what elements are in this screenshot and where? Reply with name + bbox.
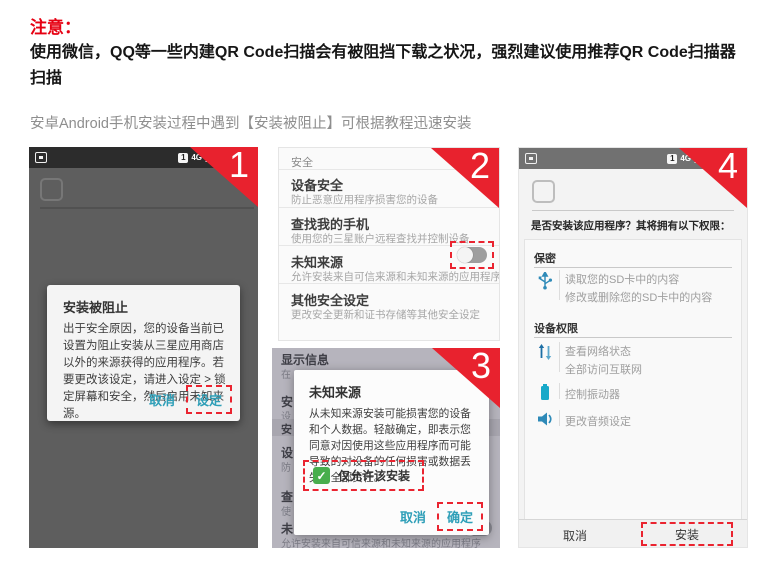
cancel-button[interactable]: 取消 [394, 504, 432, 529]
highlight-box [450, 241, 494, 269]
phone-screenshot-2: 安全 设备安全 防止恶意应用程序损害您的设备 查找我的手机 使用您的三星账户远程… [278, 147, 500, 341]
step-badge: 2 [431, 148, 499, 208]
permission-text: 控制振动器 [565, 386, 620, 402]
divider [40, 207, 254, 209]
cancel-button[interactable]: 取消 [143, 387, 181, 412]
dialog-title: 未知来源 [309, 382, 361, 401]
toggle-knob [457, 247, 473, 263]
step-number: 1 [229, 147, 249, 186]
phone-screenshot-3: 显示信息 在 安 设 安 设 防 查 使 未 允许安装来自可信来源和未知来源的应… [272, 348, 500, 548]
highlight-box: ✓ 仅允许该安装 [303, 460, 424, 491]
vibrate-battery-icon [536, 383, 554, 401]
notice-label: 注意： [30, 13, 81, 38]
checkbox-checked-icon[interactable]: ✓ [313, 467, 330, 484]
install-question-title: 是否安装该应用程序？其将拥有以下权限： [531, 218, 739, 233]
network-arrows-icon [536, 343, 554, 361]
divider [559, 342, 560, 372]
dialog-title: 安装被阻止 [63, 297, 128, 316]
bg-list-subtitle: 允许安装来自可信来源和未知来源的应用程序 [281, 535, 481, 548]
usb-icon [536, 272, 554, 290]
cancel-button[interactable]: 取消 [519, 527, 631, 544]
bg-list-subtitle: 防 [281, 459, 291, 474]
screenshot-icon [525, 153, 537, 164]
permission-text: 修改或删除您的SD卡中的内容 [565, 289, 712, 305]
permission-text: 全部访问互联网 [565, 361, 642, 377]
tutorial-subtitle: 安卓Android手机安装过程中遇到【安装被阻止】可根据教程迅速安装 [30, 112, 471, 133]
install-blocked-dialog: 安装被阻止 出于安全原因，您的设备当前已设置为阻止安装从三星应用商店以外的来源获… [47, 285, 240, 421]
security-section-header: 安全 [291, 154, 313, 170]
bg-list-subtitle: 使 [281, 503, 291, 518]
app-icon-placeholder [532, 180, 555, 203]
app-icon-placeholder [40, 178, 63, 201]
divider [559, 383, 560, 399]
phone-screenshot-1: 1 4G 7 安装被阻止 出于安全原因，您的设备当前已设置为阻止安装从三星应用商… [29, 147, 258, 548]
divider [532, 210, 734, 211]
divider [279, 207, 499, 208]
notification-badge-icon: 1 [667, 154, 677, 164]
divider [559, 410, 560, 426]
step-number: 2 [470, 147, 490, 187]
permission-text: 读取您的SD卡中的内容 [565, 271, 679, 287]
bottom-button-bar: 取消 安装 [519, 519, 747, 547]
warning-text: 使用微信，QQ等一些内建QR Code扫描会有被阻挡下载之状况，强烈建议使用推荐… [30, 40, 744, 92]
permissions-list: 保密 读取您的SD卡中的内容 修改或删除您的SD卡中的内容 设备权限 [524, 239, 742, 520]
list-item-subtitle: 防止恶意应用程序损害您的设备 [291, 192, 438, 207]
highlight-box: 安装 [641, 522, 733, 546]
notification-badge-icon: 1 [178, 153, 188, 163]
list-item-subtitle: 使用您的三星账户远程查找并控制设备 [291, 231, 470, 246]
list-item-subtitle: 更改安全更新和证书存储等其他安全设定 [291, 307, 480, 322]
step-badge: 4 [679, 148, 747, 208]
device-permissions-header: 设备权限 [534, 320, 578, 336]
list-item-subtitle: 允许安装来自可信来源和未知来源的应用程序 [291, 269, 500, 284]
bg-list-title: 安 [281, 421, 292, 437]
checkbox-label: 仅允许该安装 [338, 467, 410, 484]
divider [279, 283, 499, 284]
tutorial-page: 注意： 使用微信，QQ等一些内建QR Code扫描会有被阻挡下载之状况，强烈建议… [0, 0, 767, 570]
bg-list-subtitle: 在 [281, 366, 291, 381]
divider [534, 267, 732, 268]
unknown-sources-dialog: 未知来源 从未知来源安装可能损害您的设备和个人数据。轻敲确定，即表示您同意对因使… [294, 370, 489, 535]
screenshot-icon [35, 152, 47, 163]
permission-text: 更改音频设定 [565, 413, 631, 429]
step-number: 3 [471, 348, 491, 387]
phone-screenshot-4: 1 4G 7 是否安装该应用程序？其将拥有以下权限： 保密 [518, 147, 748, 548]
step-number: 4 [718, 147, 738, 187]
divider [559, 270, 560, 300]
install-button[interactable]: 安装 [675, 526, 699, 543]
privacy-section-header: 保密 [534, 250, 556, 266]
divider [534, 337, 732, 338]
confirm-button[interactable]: 确定 [439, 504, 481, 529]
settings-button[interactable]: 设定 [188, 387, 230, 412]
speaker-icon [536, 410, 554, 428]
unknown-sources-toggle[interactable] [457, 247, 487, 263]
permission-text: 查看网络状态 [565, 343, 631, 359]
